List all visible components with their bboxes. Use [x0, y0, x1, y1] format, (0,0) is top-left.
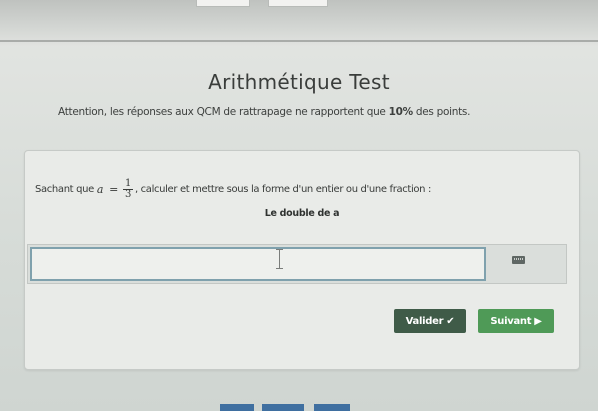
nav-tab-2[interactable] — [262, 404, 304, 411]
variable-a: a — [96, 183, 104, 196]
question-subtitle: Le double de a — [264, 208, 340, 219]
validate-button[interactable]: Valider ✔ — [394, 309, 466, 333]
question-statement: Sachant que a = 1 3 , calculer et mettre… — [35, 179, 431, 200]
checkmark-icon: ✔ — [446, 315, 455, 327]
warning-prefix: Attention, les réponses aux QCM de rattr… — [58, 106, 389, 118]
question-card: Sachant que a = 1 3 , calculer et mettre… — [24, 150, 580, 370]
play-arrow-icon: ▶ — [534, 315, 542, 327]
next-button[interactable]: Suivant ▶ — [478, 309, 554, 333]
nav-tab-3[interactable] — [314, 404, 350, 411]
warning-suffix: des points. — [412, 106, 471, 118]
next-label: Suivant — [490, 315, 532, 327]
nav-tab-1[interactable] — [220, 404, 254, 411]
answer-input[interactable] — [30, 247, 486, 281]
top-tab-right[interactable] — [268, 0, 328, 7]
equals-sign: = — [109, 183, 118, 196]
warning-percentage: 10% — [388, 106, 414, 118]
question-prefix: Sachant que — [35, 184, 94, 195]
warning-text: Attention, les réponses aux QCM de rattr… — [58, 106, 558, 118]
validate-label: Valider — [405, 315, 444, 327]
keyboard-icon[interactable] — [512, 256, 525, 264]
fraction-one-third: 1 3 — [122, 179, 133, 200]
top-divider — [0, 40, 598, 42]
answer-row — [27, 244, 567, 284]
text-cursor-icon — [276, 249, 283, 269]
fraction-denominator: 3 — [124, 189, 131, 200]
question-suffix: , calculer et mettre sous la forme d'un … — [134, 184, 431, 195]
page-title: Arithmétique Test — [208, 70, 390, 94]
top-tab-left[interactable] — [196, 0, 250, 7]
